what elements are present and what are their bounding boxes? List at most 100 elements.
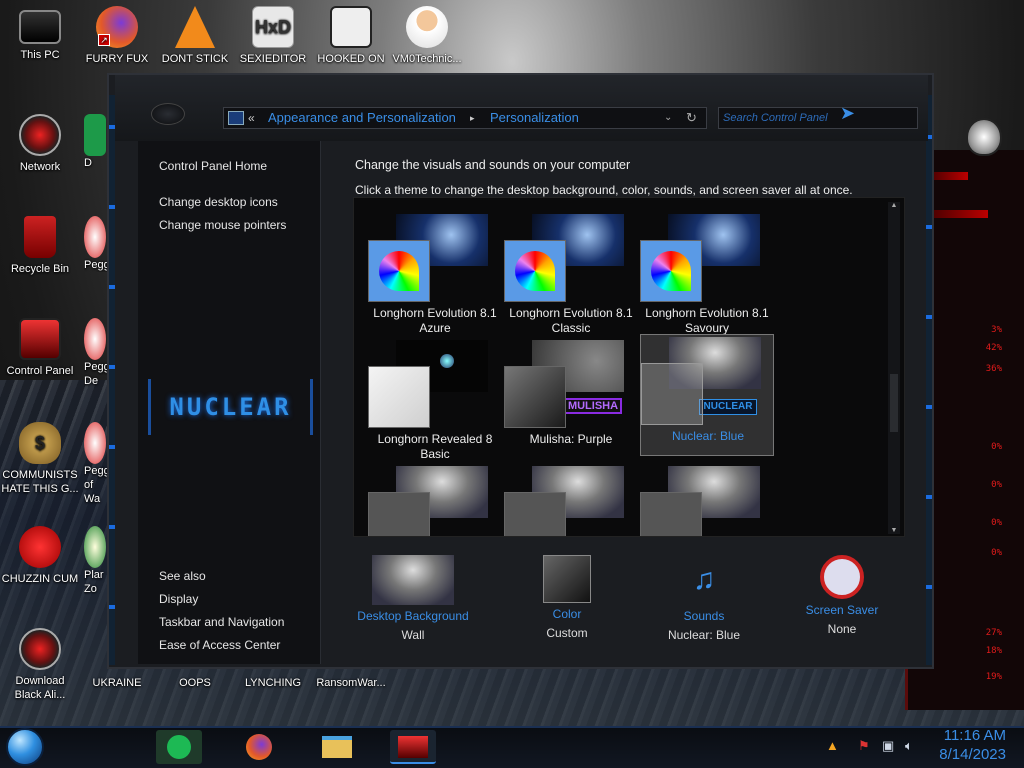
no-screensaver-icon (820, 555, 864, 599)
display-link[interactable]: Display (159, 592, 198, 606)
icon-label: UKRAINE (92, 677, 142, 689)
stat: 0% (991, 548, 1002, 558)
firefox-icon (246, 734, 272, 760)
icon-label: This PC (20, 49, 60, 61)
refresh-icon[interactable]: ↻ (686, 108, 697, 128)
network-icon[interactable]: ▣ (882, 738, 894, 754)
desktop-background-option[interactable]: Desktop Background Wall (343, 555, 483, 642)
sounds-option[interactable]: ♫ Sounds Nuclear: Blue (634, 555, 774, 642)
taskbar-firefox[interactable] (236, 730, 282, 764)
desktop-icon-ransomware[interactable]: RansomWar... (312, 676, 390, 690)
screen-saver-option[interactable]: Screen Saver None (772, 555, 912, 636)
theme-tile[interactable] (504, 464, 638, 536)
money-bag-icon: $ (19, 422, 61, 464)
theme-tile[interactable]: Longhorn Revealed 8 Basic (368, 338, 502, 461)
back-button[interactable] (151, 103, 185, 125)
desktop-icon-sexieditor[interactable]: HxD SEXIEDITOR (234, 6, 312, 66)
page-subtitle: Click a theme to change the desktop back… (355, 183, 853, 197)
volume-icon[interactable]: 🔈︎ (905, 738, 913, 754)
flower-icon (84, 526, 106, 568)
icon-label: HOOKED ON (317, 53, 385, 65)
see-also-heading: See also (159, 569, 206, 583)
ease-of-access-link[interactable]: Ease of Access Center (159, 638, 280, 652)
music-notes-icon: ♫ (692, 563, 716, 596)
flag-icon[interactable]: ⚑ (858, 738, 870, 754)
icon-label: FURRY FUX (85, 53, 149, 65)
desktop-icon-furry-fux[interactable]: ↗ FURRY FUX (78, 6, 156, 66)
desktop-icon-lynching[interactable]: LYNCHING (234, 676, 312, 690)
computer-icon (19, 10, 61, 44)
desktop-icon-download-black-ali[interactable]: Download Black Ali... (1, 628, 79, 702)
desktop-icon-communists[interactable]: $ COMMUNISTS HATE THIS G... (1, 422, 79, 496)
desktop-icon-network[interactable]: Network (1, 114, 79, 174)
icon-label: OOPS (179, 677, 211, 689)
scroll-up-icon[interactable]: ▲ (888, 202, 900, 209)
change-mouse-pointers-link[interactable]: Change mouse pointers (159, 218, 286, 232)
theme-tile[interactable]: Longhorn Evolution 8.1 Savoury (640, 212, 774, 335)
desktop-icon-oops[interactable]: OOPS (156, 676, 234, 690)
theme-tile[interactable] (640, 464, 774, 536)
control-panel-icon (398, 736, 428, 758)
firefox-icon: ↗ (96, 6, 138, 48)
breadcrumb-overflow-icon[interactable]: « (248, 108, 255, 128)
theme-name: Nuclear: Blue (671, 429, 745, 443)
peggle-icon (84, 318, 106, 360)
chevron-down-icon[interactable]: ⌄ (664, 108, 672, 128)
icon-label: LYNCHING (244, 677, 302, 689)
taskbar-control-panel[interactable] (390, 730, 436, 764)
theme-tile[interactable]: MULISHA Mulisha: Purple (504, 338, 638, 460)
option-value: Custom (546, 626, 588, 640)
control-panel-home-link[interactable]: Control Panel Home (159, 159, 267, 173)
scrollbar-thumb[interactable] (890, 374, 898, 432)
icon-label: Network (19, 161, 61, 173)
gallery-scrollbar[interactable]: ▲ ▼ (888, 202, 900, 534)
desktop-icon-recycle-bin[interactable]: Recycle Bin (1, 216, 79, 276)
desktop-icon-dont-stick[interactable]: DONT STICK (156, 6, 234, 66)
breadcrumb-personalization[interactable]: Personalization (490, 108, 579, 128)
tray-app-icon[interactable]: ▲ (826, 738, 839, 753)
start-button[interactable] (6, 728, 44, 766)
option-title: Screen Saver (805, 603, 879, 617)
color-option[interactable]: Color Custom (497, 555, 637, 640)
icon-label: VM0Technic... (392, 53, 462, 65)
desktop-icon-vm0technic[interactable]: VM0Technic... (388, 6, 466, 66)
color-swatch (641, 363, 703, 425)
desktop-icon-chuzzin-cum[interactable]: CHUZZIN CUM (1, 526, 79, 586)
theme-tile-selected[interactable]: NUCLEAR Nuclear: Blue (640, 334, 774, 456)
theme-tile[interactable]: Longhorn Evolution 8.1 Classic (504, 212, 638, 335)
theme-tile[interactable]: Longhorn Evolution 8.1 Azure (368, 212, 502, 335)
peggle-icon (84, 216, 106, 258)
page-title: Change the visuals and sounds on your co… (355, 158, 631, 172)
nuclear-badge: NUCLEAR (699, 399, 757, 415)
window-titlebar[interactable]: « Appearance and Personalization ▸ Perso… (115, 75, 928, 149)
taskbar-navigation-link[interactable]: Taskbar and Navigation (159, 615, 284, 629)
taskbar-notes-app[interactable] (156, 730, 202, 764)
stat: 0% (991, 518, 1002, 528)
search-input[interactable]: Search Control Panel ➤ (718, 103, 918, 129)
scroll-down-icon[interactable]: ▼ (888, 527, 900, 534)
taskbar-file-explorer[interactable] (314, 730, 360, 764)
notes-icon (167, 735, 191, 759)
option-title: Sounds (683, 609, 725, 623)
shortcut-arrow-icon: ↗ (98, 34, 110, 46)
desktop-icon-control-panel[interactable]: Control Panel (1, 318, 79, 378)
clock-time: 11:16 AM (943, 727, 1006, 744)
chuzzle-icon (19, 526, 61, 568)
breadcrumb-appearance[interactable]: Appearance and Personalization (268, 108, 456, 128)
desktop-icon-ukraine[interactable]: UKRAINE (78, 676, 156, 690)
app-icon (330, 6, 372, 48)
change-desktop-icons-link[interactable]: Change desktop icons (159, 195, 278, 209)
system-clock[interactable]: 11:16 AM 8/14/2023 (939, 726, 1006, 764)
personalization-window: « Appearance and Personalization ▸ Perso… (107, 73, 934, 669)
theme-tile[interactable] (368, 464, 502, 536)
icon-label: Download Black Ali... (14, 675, 66, 701)
icon-label: RansomWar... (316, 677, 386, 689)
sidebar: Control Panel Home Change desktop icons … (138, 141, 321, 664)
desktop-icon-hooked-on[interactable]: HOOKED ON (312, 6, 390, 66)
theme-name: Longhorn Evolution 8.1 Savoury (645, 306, 769, 335)
color-fan-icon (368, 240, 430, 302)
option-value: Wall (401, 628, 425, 642)
desktop-icon-this-pc[interactable]: This PC (1, 6, 79, 62)
search-icon[interactable]: ➤ (840, 103, 855, 123)
address-bar[interactable]: « Appearance and Personalization ▸ Perso… (223, 107, 707, 129)
